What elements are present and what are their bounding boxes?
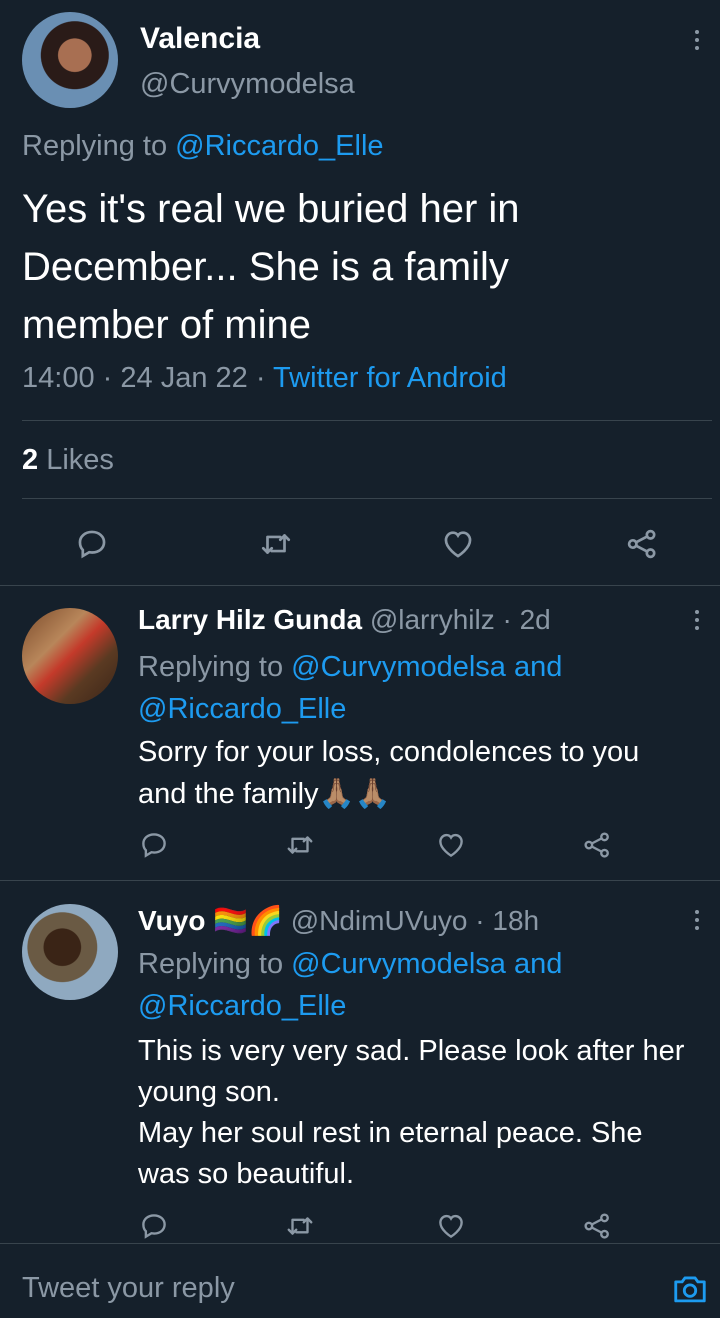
reply-icon <box>142 833 166 858</box>
reply-input[interactable]: Tweet your reply <box>22 1272 235 1305</box>
replying-prefix: Replying to <box>138 948 284 980</box>
display-name[interactable]: Vuyo <box>138 905 205 936</box>
share-button[interactable] <box>577 1208 617 1244</box>
reply-icon <box>142 1214 166 1239</box>
reply-text-line: This is very very sad. Please look after… <box>138 1035 685 1067</box>
share-icon <box>584 832 609 858</box>
separator: · <box>255 362 266 394</box>
replying-to-line: Replying to @Riccardo_Elle <box>22 130 384 163</box>
tweet-time: 14:00 <box>22 362 95 394</box>
retweet-button[interactable] <box>280 1208 320 1244</box>
divider <box>22 420 712 421</box>
more-icon[interactable] <box>694 910 700 934</box>
retweet-icon <box>287 836 313 854</box>
like-button[interactable] <box>436 524 480 564</box>
handle[interactable]: @Curvymodelsa <box>140 68 355 101</box>
more-icon[interactable] <box>694 610 700 634</box>
divider <box>0 880 720 881</box>
reply-text-line: and the family <box>138 778 319 810</box>
mention-link[interactable]: @Curvymodelsa <box>291 651 506 683</box>
avatar[interactable] <box>22 12 118 108</box>
tweet-source-link[interactable]: Twitter for Android <box>273 362 507 394</box>
likes-stat[interactable]: 2 Likes <box>22 444 114 477</box>
reply-header: Vuyo 🏳️‍🌈🌈 @NdimUVuyo · 18h <box>138 904 539 937</box>
reply-header: Larry Hilz Gunda @larryhilz · 2d <box>138 604 551 636</box>
retweet-button[interactable] <box>254 524 298 564</box>
replying-prefix: Replying to <box>22 130 168 162</box>
heart-icon <box>444 531 472 558</box>
emoji: 🙏🏽🙏🏽 <box>318 778 391 810</box>
replying-to-line: Replying to @Curvymodelsa and @Riccardo_… <box>138 646 562 730</box>
camera-button[interactable] <box>670 1270 710 1308</box>
tweet-meta: 14:00 · 24 Jan 22 · Twitter for Android <box>22 362 507 395</box>
reply-text-line: May her soul rest in eternal peace. She <box>138 1117 643 1149</box>
tweet-text-line: member of mine <box>22 303 311 347</box>
avatar[interactable] <box>22 904 118 1000</box>
reply-text: This is very very sad. Please look after… <box>138 1031 684 1195</box>
timestamp: · 2d <box>502 604 551 635</box>
tweet-text-line: Yes it's real we buried her in <box>22 187 520 231</box>
replying-to-line: Replying to @Curvymodelsa and @Riccardo_… <box>138 943 562 1027</box>
mention-link[interactable]: @Curvymodelsa <box>291 948 506 980</box>
separator: · <box>102 362 113 394</box>
tweet-text: Yes it's real we buried her in December.… <box>22 180 520 354</box>
likes-label: Likes <box>46 444 114 476</box>
mention-link[interactable]: @Riccardo_Elle <box>138 985 562 1027</box>
share-button[interactable] <box>620 524 664 564</box>
display-name[interactable]: Larry Hilz Gunda <box>138 604 362 635</box>
timestamp: · 18h <box>475 905 540 936</box>
reply-text-line: young son. <box>138 1076 280 1108</box>
camera-icon <box>674 1276 706 1303</box>
reply-button[interactable] <box>134 1208 174 1244</box>
share-icon <box>627 529 656 559</box>
like-button[interactable] <box>431 827 471 863</box>
tweet-text-line: December... She is a family <box>22 245 509 289</box>
reply-text: Sorry for your loss, condolences to you … <box>138 731 639 815</box>
reply-icon <box>78 530 106 559</box>
retweet-button[interactable] <box>280 827 320 863</box>
likes-count: 2 <box>22 444 39 476</box>
and-text: and <box>514 948 563 980</box>
reply-button[interactable] <box>70 524 114 564</box>
mention-link[interactable]: @Riccardo_Elle <box>138 688 562 730</box>
display-name[interactable]: Valencia <box>140 22 260 56</box>
replying-prefix: Replying to <box>138 651 284 683</box>
heart-icon <box>439 1214 463 1239</box>
share-icon <box>584 1213 609 1239</box>
more-icon[interactable] <box>694 30 700 54</box>
divider <box>22 498 712 499</box>
tweet-date: 24 Jan 22 <box>120 362 248 394</box>
divider <box>0 585 720 586</box>
avatar[interactable] <box>22 608 118 704</box>
name-emoji: 🏳️‍🌈🌈 <box>213 905 283 936</box>
reply-text-line: was so beautiful. <box>138 1158 355 1190</box>
like-button[interactable] <box>431 1208 471 1244</box>
and-text: and <box>514 651 563 683</box>
reply-composer: Tweet your reply <box>0 1243 720 1318</box>
reply-button[interactable] <box>134 827 174 863</box>
retweet-icon <box>287 1217 313 1235</box>
handle[interactable]: @NdimUVuyo <box>291 905 468 936</box>
heart-icon <box>439 833 463 858</box>
handle[interactable]: @larryhilz <box>370 604 495 635</box>
retweet-icon <box>261 534 291 554</box>
share-button[interactable] <box>577 827 617 863</box>
reply-text-line: Sorry for your loss, condolences to you <box>138 736 640 768</box>
mention-link[interactable]: @Riccardo_Elle <box>175 130 383 162</box>
